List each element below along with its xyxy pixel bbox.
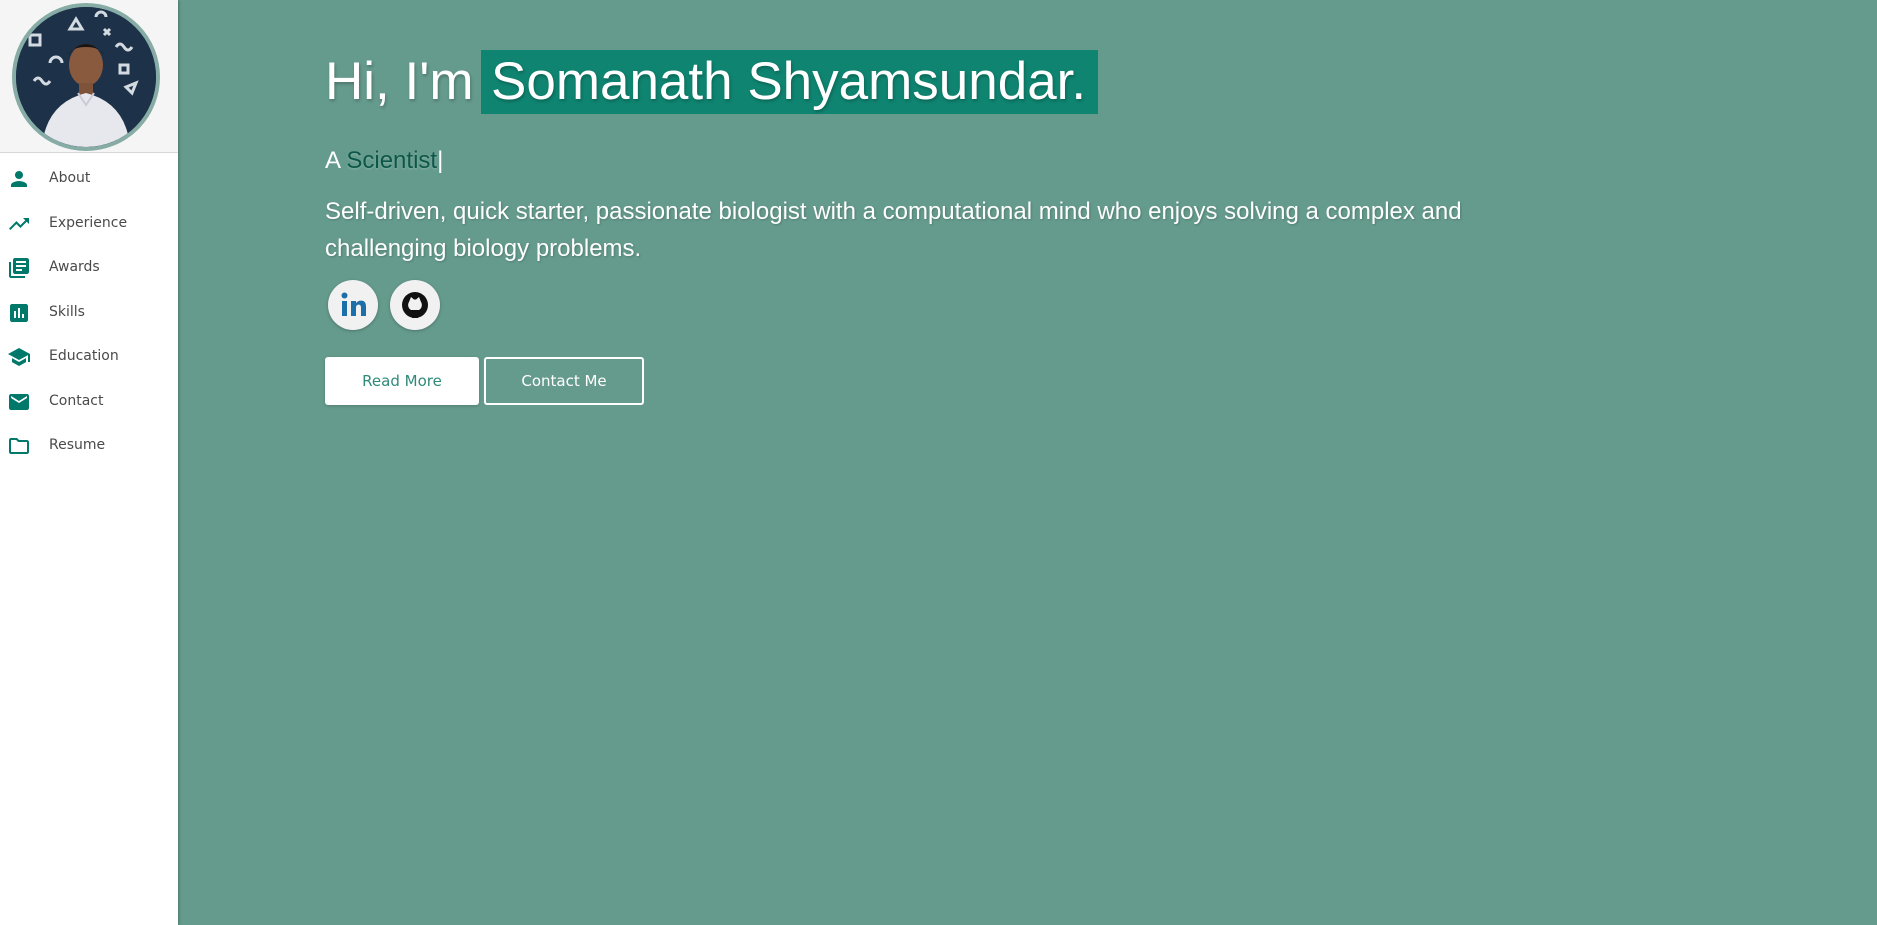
github-icon (402, 292, 428, 318)
github-link[interactable] (390, 280, 440, 330)
role-prefix: A (325, 147, 340, 174)
sidebar-item-label: Awards (49, 259, 100, 275)
sidebar-item-label: Resume (49, 437, 106, 453)
sidebar: About Experience Awards Skills Education… (0, 0, 178, 925)
profile-avatar (12, 3, 160, 151)
hero-name: Somanath Shyamsundar. (481, 50, 1099, 114)
sidebar-item-label: About (49, 170, 91, 186)
sidebar-item-label: Skills (49, 304, 85, 320)
graduation-cap-icon (6, 345, 32, 369)
hero-headline: Hi, I'm Somanath Shyamsundar. (325, 50, 1525, 114)
sidebar-item-label: Contact (49, 393, 104, 409)
hero-section: Hi, I'm Somanath Shyamsundar. A Scientis… (325, 50, 1525, 405)
sidebar-item-about[interactable]: About (0, 159, 178, 199)
profile-header (0, 0, 178, 153)
sidebar-item-resume[interactable]: Resume (0, 426, 178, 466)
library-books-icon (6, 256, 32, 280)
trending-up-icon (6, 212, 32, 236)
read-more-button[interactable]: Read More (325, 357, 479, 405)
sidebar-item-label: Education (49, 348, 119, 364)
avatar-photo (16, 7, 156, 147)
sidebar-item-skills[interactable]: Skills (0, 293, 178, 333)
sidebar-item-experience[interactable]: Experience (0, 204, 178, 244)
role-typed-word: Scientist (346, 147, 438, 174)
person-icon (6, 167, 32, 191)
mail-icon (6, 390, 32, 414)
app: About Experience Awards Skills Education… (0, 0, 1877, 925)
linkedin-link[interactable] (328, 280, 378, 330)
hero-summary: Self-driven, quick starter, passionate b… (325, 198, 1462, 262)
bar-chart-icon (6, 301, 32, 325)
sidebar-item-education[interactable]: Education (0, 337, 178, 377)
sidebar-item-label: Experience (49, 215, 128, 231)
hero-role: A Scientist| (325, 147, 443, 175)
typing-cursor: | (437, 147, 444, 174)
sidebar-item-contact[interactable]: Contact (0, 382, 178, 422)
linkedin-icon (341, 292, 366, 316)
contact-me-button[interactable]: Contact Me (484, 357, 644, 405)
hero-greeting: Hi, I'm (325, 52, 474, 111)
folder-icon (6, 434, 32, 458)
sidebar-item-awards[interactable]: Awards (0, 248, 178, 288)
